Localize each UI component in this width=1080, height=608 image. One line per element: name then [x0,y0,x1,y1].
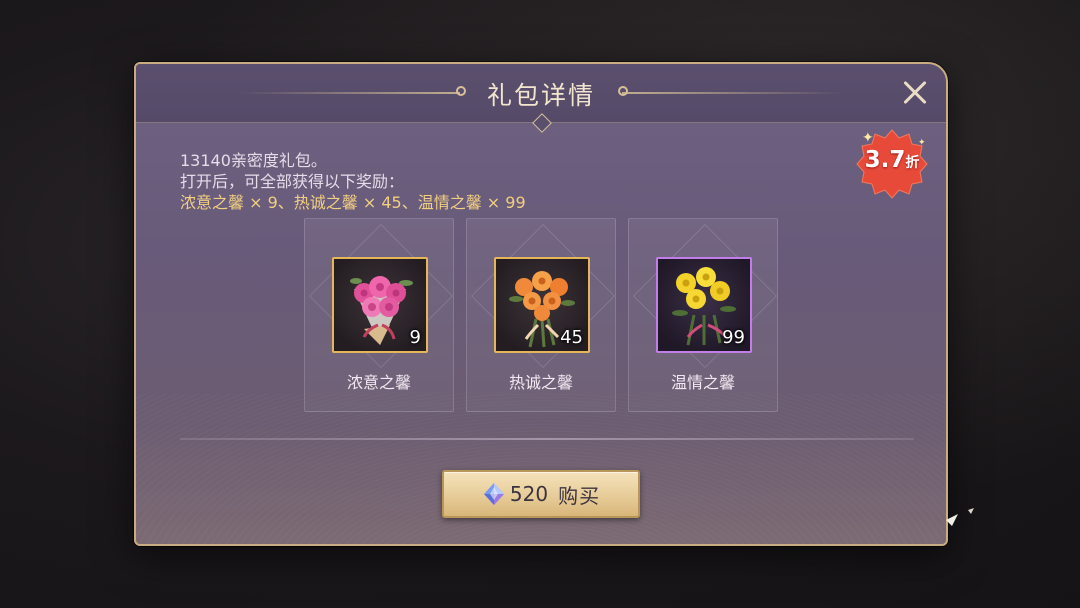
reward-count: 45 [560,327,583,348]
reward-count: 99 [722,327,745,348]
dialog-title: 礼包详情 [486,81,595,110]
orange-rose-bouquet-icon: 45 [494,257,590,353]
pack-description: 13140亲密度礼包。 打开后，可全部获得以下奖励： 浓意之馨 × 9、热诚之馨… [180,150,526,213]
discount-value: 3.7 [864,147,906,173]
reward-card[interactable]: 99 温情之馨 [628,218,778,412]
divider [180,438,914,440]
description-rewards-line: 浓意之馨 × 9、热诚之馨 × 45、温情之馨 × 99 [180,193,526,212]
sparkle-decoration [944,470,988,534]
reward-name: 温情之馨 [670,373,735,392]
reward-count: 9 [409,327,421,348]
yellow-rose-bouquet-icon: 99 [656,257,752,353]
pink-rose-bouquet-icon: 9 [332,257,428,353]
discount-unit: 折 [905,155,920,171]
buy-price: 520 [509,482,549,506]
diamond-gem-icon [483,483,504,505]
description-line-1: 13140亲密度礼包。 [180,151,327,170]
reward-list: 9 浓意之馨 45 热诚之馨 99 温情之馨 [304,218,784,414]
reward-name: 浓意之馨 [346,373,411,392]
title-ornament-dot-right [618,86,628,96]
discount-badge: 3.7折 ✦ ✦ [856,128,928,200]
reward-card[interactable]: 45 热诚之馨 [466,218,616,412]
reward-name: 热诚之馨 [508,373,573,392]
gift-pack-dialog: 礼包详情 13140亲密度礼包。 打开后，可全部获得以下奖励： 浓意之馨 × 9… [134,62,948,546]
close-icon[interactable] [898,76,932,110]
title-ornament-right [622,92,842,94]
reward-card[interactable]: 9 浓意之馨 [304,218,454,412]
description-line-2: 打开后，可全部获得以下奖励： [180,172,405,191]
buy-button[interactable]: 520 购买 [442,470,640,518]
buy-label: 购买 [558,483,601,508]
sparkle-icon: ✦ [862,130,874,146]
sparkle-icon: ✦ [918,138,926,148]
